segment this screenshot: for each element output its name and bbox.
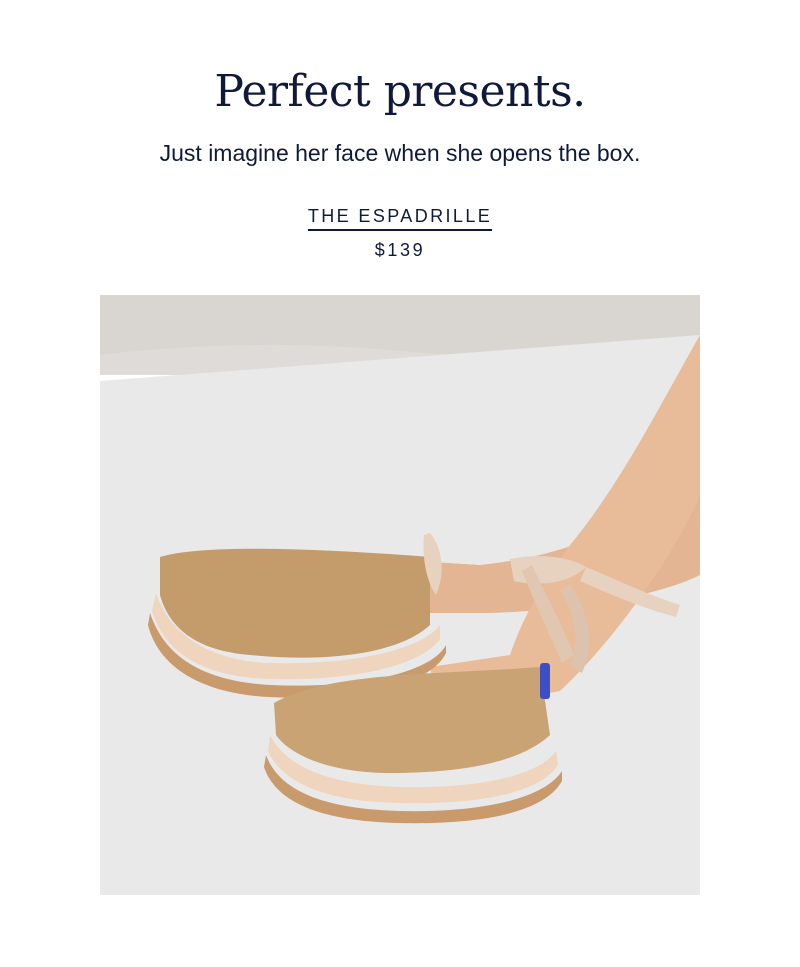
headline: Perfect presents. bbox=[214, 66, 586, 117]
back-shoe bbox=[160, 548, 430, 658]
product-name-link[interactable]: THE ESPADRILLE bbox=[307, 205, 493, 231]
product-price: $139 bbox=[374, 240, 426, 260]
product-name-container: THE ESPADRILLE bbox=[0, 205, 800, 231]
product-image[interactable] bbox=[100, 295, 700, 895]
subheadline: Just imagine her face when she opens the… bbox=[159, 140, 641, 166]
product-photo-illustration bbox=[100, 295, 700, 895]
